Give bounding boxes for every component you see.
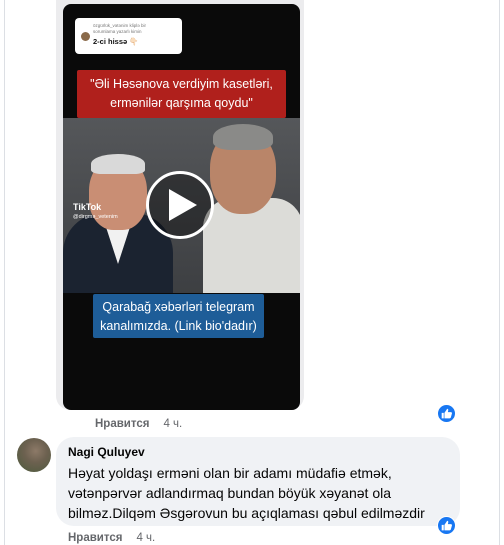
comment-reaction-badge[interactable] [437,516,456,535]
reply-label-main: 2-ci hissə 👇🏻 [93,37,139,46]
person-right-hair [213,124,273,150]
avatar[interactable] [17,438,51,472]
comment-bubble: Nagi Quluyev Həyat yoldaşı erməni olan b… [56,437,460,526]
comment-timestamp[interactable]: 4 ч. [136,532,155,544]
thumbs-up-icon [441,408,452,419]
thumbs-up-icon [441,520,452,531]
video-caption-overlay: Qarabağ xəbərləri telegram kanalımızda. … [93,294,264,338]
video-player[interactable]: özgürlük_vətənim kliplə bir sorumlama ya… [63,4,300,410]
caption-line-1: Qarabağ xəbərləri telegram [102,300,255,314]
tiktok-icon: TikTok [73,202,102,212]
caption-line-2: kanalımızda. (Link bio'dadır) [100,319,257,333]
person-left-hair [91,154,145,174]
post-timestamp[interactable]: 4 ч. [163,418,182,430]
post-like-link[interactable]: Нравится [95,418,149,430]
play-button[interactable] [146,171,214,239]
tiktok-username: @dirgmə_vetenim [73,214,118,220]
reply-sticker: özgürlük_vətənim kliplə bir sorumlama ya… [75,18,182,54]
comment-author[interactable]: Nagi Quluyev [68,445,448,459]
quote-line-1: "Əli Həsənova verdiyim kasetləri, [90,77,273,91]
reply-avatar [81,32,90,41]
play-icon [169,189,197,221]
comment-like-link[interactable]: Нравится [68,532,122,544]
post-actions: Нравится 4 ч. [95,418,182,430]
post-reaction-badge[interactable] [437,404,456,423]
comment-actions: Нравится 4 ч. [68,532,155,544]
quote-line-2: ermənilər qarşıma qoydu" [110,96,253,110]
video-quote-overlay: "Əli Həsənova verdiyim kasetləri, erməni… [77,70,286,118]
comment-text: Həyat yoldaşı erməni olan bir adamı müda… [68,465,425,521]
reply-label-small-2: sorumlama yazarlı kimin [93,29,142,34]
